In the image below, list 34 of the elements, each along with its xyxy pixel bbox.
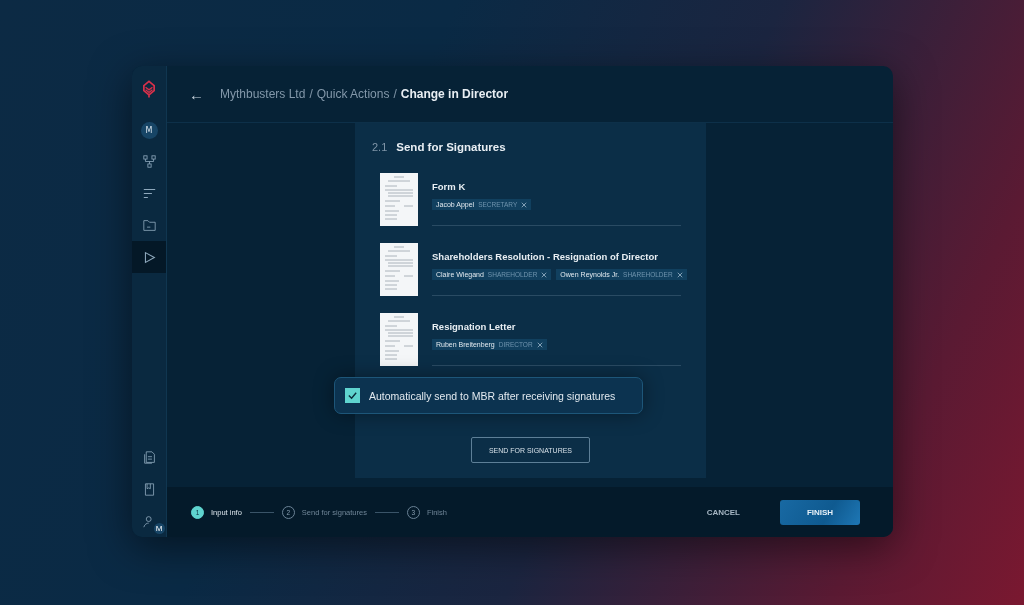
folder-icon [142,218,156,232]
document-thumbnail [380,313,418,366]
check-icon [347,390,358,401]
document-title: Shareholders Resolution - Resignation of Director [432,251,659,262]
document-thumbnail [380,243,418,296]
avatar[interactable]: M [140,122,158,139]
sort-icon [142,186,156,200]
user-badge: M [153,522,165,534]
documents-icon [142,450,156,464]
checkbox[interactable] [345,388,360,403]
remove-icon[interactable] [541,271,548,278]
nav-item[interactable]: M [132,505,166,537]
network-icon [142,154,156,168]
remove-icon[interactable] [536,341,543,348]
breadcrumb-separator: / [309,87,313,101]
finish-button[interactable]: FINISH [780,499,860,525]
breadcrumb-separator: / [393,87,397,101]
document-thumbnail [380,173,418,226]
breadcrumb-link[interactable]: Quick Actions [316,87,390,101]
section-number: 2.1 [372,141,388,153]
back-button[interactable]: ← [189,85,204,103]
breadcrumb-link[interactable]: Mythbusters Ltd [220,87,306,101]
remove-icon[interactable] [676,271,683,278]
cancel-button[interactable]: CANCEL [700,506,746,518]
remove-icon[interactable] [521,201,528,208]
document-title: Resignation Letter [432,321,517,332]
page-title: Change in Director [400,87,509,101]
section-title: Send for Signatures [396,141,506,153]
book-icon [142,482,156,496]
checkbox-label: Automatically send to MBR after receiving signatures [369,389,616,402]
play-icon [142,250,156,264]
nav-item[interactable] [132,241,166,273]
document-title: Form K [432,181,467,192]
logo-icon [143,80,155,98]
